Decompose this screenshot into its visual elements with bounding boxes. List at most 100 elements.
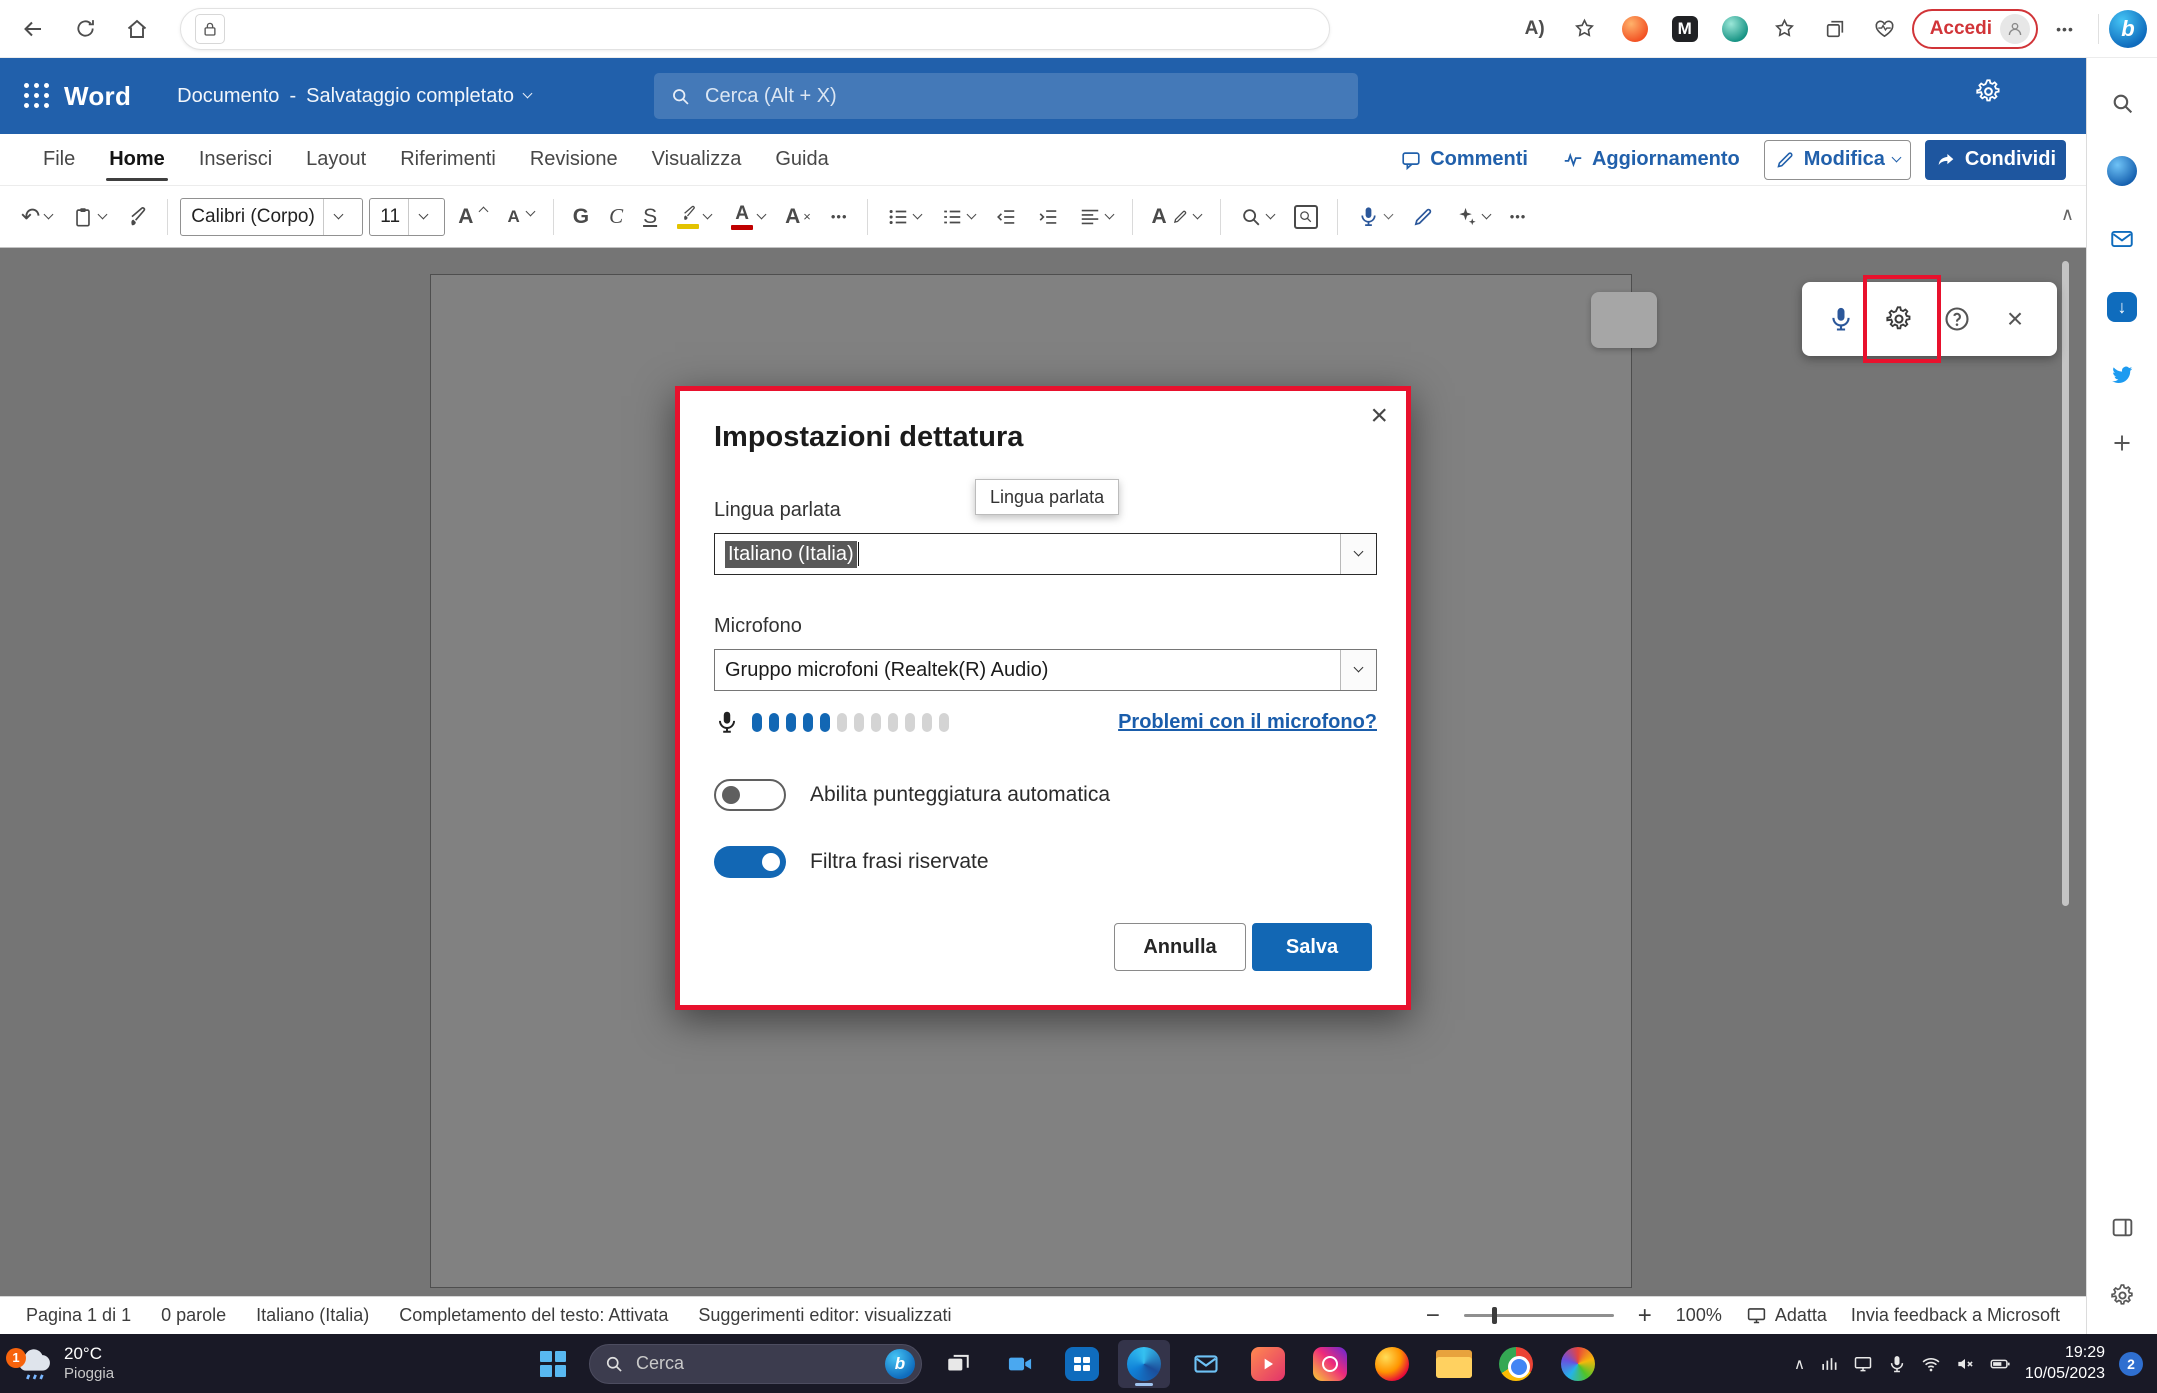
collections-icon[interactable]	[1812, 7, 1858, 51]
tray-hidden-icons-chevron[interactable]: ∧	[1794, 1355, 1805, 1373]
favorites-icon[interactable]	[1762, 7, 1808, 51]
zoom-level[interactable]: 100%	[1676, 1305, 1722, 1326]
zoom-slider-thumb[interactable]	[1492, 1307, 1497, 1324]
mail-app-icon[interactable]	[1180, 1340, 1232, 1388]
numbered-list-button[interactable]	[934, 195, 982, 239]
media-player-app-icon[interactable]	[1242, 1340, 1294, 1388]
taskbar-clock[interactable]: 19:29 10/05/2023	[2025, 1343, 2105, 1385]
taskbar-search-input[interactable]	[634, 1352, 875, 1375]
share-button[interactable]: Condividi	[1925, 140, 2066, 180]
paste-button[interactable]	[65, 195, 113, 239]
dictation-close-button[interactable]: ×	[1988, 288, 2042, 350]
browser-back-button[interactable]	[10, 7, 56, 51]
tab-layout[interactable]: Layout	[289, 134, 383, 185]
highlight-color-button[interactable]	[670, 195, 718, 239]
more-toolbar-options-icon[interactable]: •••	[1503, 195, 1534, 239]
zoom-slider[interactable]	[1464, 1314, 1614, 1317]
document-scrollbar[interactable]	[2062, 261, 2069, 906]
microsoft-store-icon[interactable]	[1056, 1340, 1108, 1388]
language-status[interactable]: Italiano (Italia)	[256, 1305, 369, 1326]
dropdown-chevron-icon[interactable]	[1340, 650, 1376, 690]
word-search-box[interactable]	[654, 73, 1358, 119]
tray-display-icon[interactable]	[1853, 1354, 1873, 1374]
word-app-name[interactable]: Word	[64, 81, 131, 112]
taskbar-bing-icon[interactable]: b	[885, 1349, 915, 1379]
document-title[interactable]: Documento - Salvataggio completato	[177, 85, 531, 108]
instagram-app-icon[interactable]	[1304, 1340, 1356, 1388]
collapse-ribbon-icon[interactable]: ∧	[2061, 204, 2074, 225]
dialog-close-icon[interactable]: ×	[1370, 401, 1388, 431]
dictation-mic-button[interactable]	[1814, 288, 1868, 350]
firefox-app-icon[interactable]	[1366, 1340, 1418, 1388]
weather-widget[interactable]: 1 20°C Pioggia	[0, 1344, 200, 1384]
suggestions-button[interactable]	[1448, 195, 1497, 239]
microphone-dropdown[interactable]: Gruppo microfoni (Realtek(R) Audio)	[714, 649, 1377, 691]
tray-battery-icon[interactable]	[1989, 1353, 2011, 1375]
increase-indent-button[interactable]	[1030, 195, 1066, 239]
tray-mic-icon[interactable]	[1887, 1354, 1907, 1374]
tab-revisione[interactable]: Revisione	[513, 134, 635, 185]
browser-menu-icon[interactable]: •••	[2042, 7, 2088, 51]
decrease-indent-button[interactable]	[988, 195, 1024, 239]
dictate-button[interactable]	[1350, 195, 1399, 239]
sidebar-drop-icon[interactable]: ↓	[2099, 284, 2145, 330]
page-count-status[interactable]: Pagina 1 di 1	[26, 1305, 131, 1326]
add-favorite-star-icon[interactable]	[1562, 7, 1608, 51]
tab-visualizza[interactable]: Visualizza	[635, 134, 759, 185]
microphone-help-link[interactable]: Problemi con il microfono?	[1118, 711, 1377, 734]
extension-teal-icon[interactable]	[1712, 7, 1758, 51]
tab-guida[interactable]: Guida	[758, 134, 845, 185]
tab-riferimenti[interactable]: Riferimenti	[383, 134, 513, 185]
find-button[interactable]	[1233, 195, 1281, 239]
site-lock-icon[interactable]	[195, 14, 225, 44]
tab-inserisci[interactable]: Inserisci	[182, 134, 289, 185]
word-count-status[interactable]: 0 parole	[161, 1305, 226, 1326]
auto-punctuation-toggle[interactable]	[714, 779, 786, 811]
undo-button[interactable]: ↶	[14, 195, 59, 239]
bold-button[interactable]: G	[566, 195, 596, 239]
comment-anchor-card[interactable]	[1591, 292, 1657, 348]
sidebar-outlook-icon[interactable]	[2099, 216, 2145, 262]
tray-chart-icon[interactable]	[1819, 1354, 1839, 1374]
dropdown-chevron-icon[interactable]	[1340, 534, 1376, 574]
font-color-button[interactable]: A	[724, 195, 772, 239]
browser-home-button[interactable]	[114, 7, 160, 51]
alignment-button[interactable]	[1072, 195, 1120, 239]
sidebar-panel-icon[interactable]	[2099, 1204, 2145, 1250]
taskbar-search-box[interactable]: b	[589, 1344, 922, 1384]
styles-button[interactable]: A	[1145, 195, 1208, 239]
address-bar[interactable]	[180, 8, 1330, 50]
font-name-combo[interactable]: Calibri (Corpo)	[180, 198, 363, 236]
camera-app-icon[interactable]	[994, 1340, 1046, 1388]
extension-orange-icon[interactable]	[1612, 7, 1658, 51]
format-painter-button[interactable]	[119, 195, 155, 239]
bing-sidebar-icon[interactable]: b	[2109, 10, 2147, 48]
tab-home[interactable]: Home	[92, 134, 182, 185]
tray-volume-muted-icon[interactable]	[1955, 1354, 1975, 1374]
fit-page-button[interactable]: Adatta	[1746, 1305, 1827, 1326]
header-settings-gear-icon[interactable]	[1975, 78, 2002, 105]
start-button[interactable]	[527, 1340, 579, 1388]
clear-formatting-button[interactable]: A×	[778, 195, 818, 239]
save-button[interactable]: Salva	[1252, 923, 1372, 971]
task-view-icon[interactable]	[932, 1340, 984, 1388]
italic-button[interactable]: C	[602, 195, 630, 239]
sidebar-search-icon[interactable]	[2099, 80, 2145, 126]
sidebar-add-icon[interactable]	[2099, 420, 2145, 466]
chrome-app-icon[interactable]	[1490, 1340, 1542, 1388]
editor-button[interactable]	[1405, 195, 1442, 239]
more-font-options-icon[interactable]: •••	[824, 195, 855, 239]
file-explorer-icon[interactable]	[1428, 1340, 1480, 1388]
zoom-out-button[interactable]: −	[1426, 1304, 1440, 1328]
editor-suggestions-status[interactable]: Suggerimenti editor: visualizzati	[698, 1305, 951, 1326]
cancel-button[interactable]: Annulla	[1114, 923, 1246, 971]
dictation-settings-button[interactable]	[1872, 288, 1926, 350]
app-launcher-icon[interactable]	[24, 83, 50, 109]
word-search-input[interactable]	[703, 84, 1342, 109]
zoom-in-button[interactable]: +	[1638, 1304, 1652, 1328]
sidebar-twitter-icon[interactable]	[2099, 352, 2145, 398]
extension-m-icon[interactable]: M	[1662, 7, 1708, 51]
tray-wifi-icon[interactable]	[1921, 1354, 1941, 1374]
text-completion-status[interactable]: Completamento del testo: Attivata	[399, 1305, 668, 1326]
browser-essentials-icon[interactable]	[1862, 7, 1908, 51]
